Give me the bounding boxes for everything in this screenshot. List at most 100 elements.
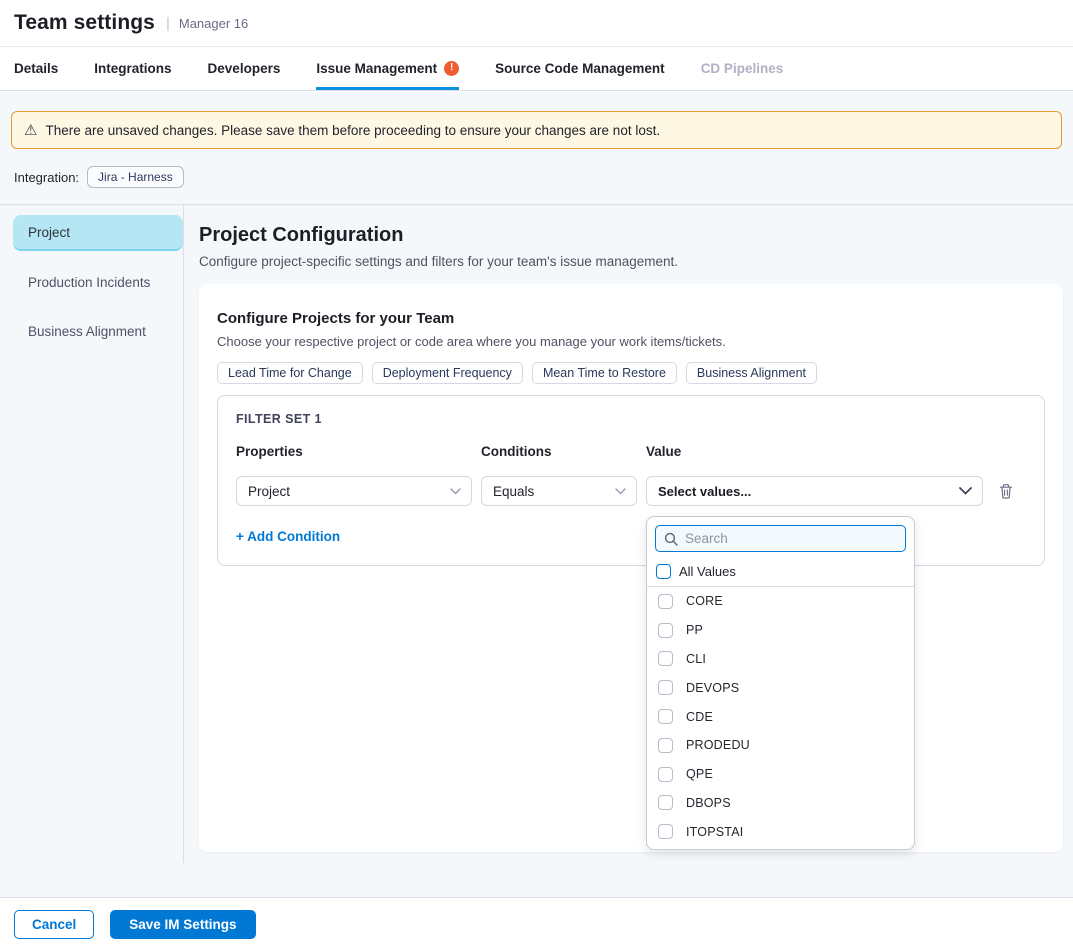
section-title: Project Configuration (199, 224, 1063, 247)
warning-triangle-icon: ⚠ (24, 123, 37, 138)
option-checkbox[interactable] (658, 623, 673, 638)
footer-bar: Cancel Save IM Settings (0, 897, 1073, 951)
cancel-button[interactable]: Cancel (14, 910, 94, 939)
tab-label: Developers (208, 61, 281, 76)
dropdown-option-devops[interactable]: DEVOPS (647, 673, 914, 702)
option-label: DBOPS (686, 796, 731, 810)
tab-label: Integrations (94, 61, 171, 76)
tab-source-code-management[interactable]: Source Code Management (495, 47, 665, 90)
banner-text: There are unsaved changes. Please save t… (45, 123, 660, 138)
dropdown-option-pp[interactable]: PP (647, 616, 914, 645)
option-checkbox[interactable] (658, 738, 673, 753)
sidebar-item-business-alignment[interactable]: Business Alignment (13, 313, 183, 349)
save-im-settings-button[interactable]: Save IM Settings (110, 910, 255, 939)
unsaved-changes-banner: ⚠ There are unsaved changes. Please save… (11, 111, 1062, 149)
option-checkbox[interactable] (658, 767, 673, 782)
team-settings-page: Team settings | Manager 16 Details Integ… (0, 0, 1073, 951)
tab-bar: Details Integrations Developers Issue Ma… (0, 47, 1073, 91)
filter-set-1: FILTER SET 1 Properties Conditions Value… (217, 395, 1045, 566)
tab-developers[interactable]: Developers (208, 47, 281, 90)
option-label: PRODEDU (686, 738, 750, 752)
chip-mean-time-to-restore[interactable]: Mean Time to Restore (532, 362, 677, 384)
filter-condition-row: Project Equals (236, 476, 1026, 506)
chip-deployment-frequency[interactable]: Deployment Frequency (372, 362, 523, 384)
column-header-value: Value (646, 444, 983, 459)
option-label: CDE (686, 710, 713, 724)
filter-column-headers: Properties Conditions Value (236, 444, 1026, 459)
tab-details[interactable]: Details (14, 47, 58, 90)
content-area: ⚠ There are unsaved changes. Please save… (0, 92, 1073, 897)
all-values-option[interactable]: All Values (647, 560, 914, 586)
value-select-placeholder: Select values... (658, 484, 751, 499)
search-input[interactable] (685, 531, 897, 546)
filter-set-title: FILTER SET 1 (236, 412, 1026, 426)
tab-label: Details (14, 61, 58, 76)
dropdown-option-itopstai[interactable]: ITOPSTAI (647, 817, 914, 846)
sidebar-item-project[interactable]: Project (13, 215, 183, 251)
chip-business-alignment[interactable]: Business Alignment (686, 362, 817, 384)
sidebar-item-label: Business Alignment (28, 324, 146, 339)
dropdown-option-cli[interactable]: CLI (647, 645, 914, 674)
title-separator: | (166, 15, 170, 32)
property-select-value: Project (248, 484, 290, 499)
condition-select-value: Equals (493, 484, 534, 499)
chip-lead-time-for-change[interactable]: Lead Time for Change (217, 362, 363, 384)
tab-cd-pipelines: CD Pipelines (701, 47, 784, 90)
dropdown-option-pipe[interactable]: PIPE (647, 846, 914, 850)
option-label: QPE (686, 767, 713, 781)
alert-badge-icon: ! (444, 61, 459, 76)
chevron-down-icon (959, 487, 972, 495)
trash-icon (998, 483, 1014, 500)
main-pane: Project Configuration Configure project-… (184, 205, 1073, 863)
all-values-checkbox[interactable] (656, 564, 671, 579)
column-header-conditions: Conditions (481, 444, 637, 459)
option-checkbox[interactable] (658, 680, 673, 695)
content-split: Project Production Incidents Business Al… (0, 204, 1073, 863)
sidebar-item-production-incidents[interactable]: Production Incidents (13, 264, 183, 300)
settings-sidebar: Project Production Incidents Business Al… (0, 205, 184, 863)
option-label: CLI (686, 652, 706, 666)
dropdown-search (655, 525, 906, 552)
integration-label: Integration: (14, 170, 79, 185)
integration-chip[interactable]: Jira - Harness (87, 166, 184, 188)
all-values-label: All Values (679, 564, 736, 579)
page-header: Team settings | Manager 16 (0, 0, 1073, 47)
card-title: Configure Projects for your Team (217, 310, 1045, 327)
metric-chips: Lead Time for Change Deployment Frequenc… (217, 362, 1045, 384)
tab-issue-management[interactable]: Issue Management ! (316, 47, 459, 90)
tab-label: Issue Management (316, 61, 437, 76)
value-multiselect[interactable]: Select values... (646, 476, 983, 506)
condition-select[interactable]: Equals (481, 476, 637, 506)
sidebar-item-label: Project (28, 225, 70, 240)
option-label: ITOPSTAI (686, 825, 743, 839)
value-cell: Select values... (646, 476, 983, 506)
integration-row: Integration: Jira - Harness (14, 166, 1073, 188)
chevron-down-icon (615, 488, 626, 495)
add-condition-button[interactable]: + Add Condition (236, 529, 340, 544)
card-subtitle: Choose your respective project or code a… (217, 334, 1045, 349)
dropdown-option-prodedu[interactable]: PRODEDU (647, 731, 914, 760)
option-checkbox[interactable] (658, 795, 673, 810)
tab-label: CD Pipelines (701, 61, 784, 76)
delete-condition-button[interactable] (992, 477, 1020, 505)
page-title: Team settings (14, 11, 155, 35)
dropdown-option-qpe[interactable]: QPE (647, 760, 914, 789)
option-label: PP (686, 623, 703, 637)
option-checkbox[interactable] (658, 594, 673, 609)
option-checkbox[interactable] (658, 824, 673, 839)
value-dropdown: All Values CORE PP (646, 516, 915, 850)
dropdown-option-cde[interactable]: CDE (647, 702, 914, 731)
dropdown-option-core[interactable]: CORE (647, 587, 914, 616)
property-select[interactable]: Project (236, 476, 472, 506)
page-subtitle: Manager 16 (179, 16, 248, 31)
option-checkbox[interactable] (658, 709, 673, 724)
dropdown-option-dbops[interactable]: DBOPS (647, 789, 914, 818)
option-checkbox[interactable] (658, 651, 673, 666)
chevron-down-icon (450, 488, 461, 495)
tab-integrations[interactable]: Integrations (94, 47, 171, 90)
tab-label: Source Code Management (495, 61, 665, 76)
configure-projects-card: Configure Projects for your Team Choose … (199, 284, 1063, 852)
sidebar-item-label: Production Incidents (28, 275, 150, 290)
search-icon (664, 532, 678, 546)
option-label: DEVOPS (686, 681, 739, 695)
